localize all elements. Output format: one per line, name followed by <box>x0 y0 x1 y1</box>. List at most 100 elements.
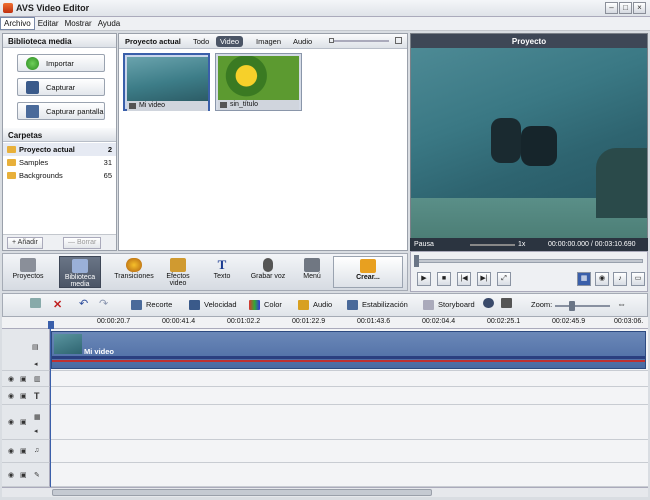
speed-button[interactable]: Velocidad <box>189 300 237 311</box>
eye-icon[interactable]: ◉ <box>8 447 17 455</box>
eye-icon[interactable]: ◉ <box>8 471 17 479</box>
seek-handle[interactable] <box>414 255 419 267</box>
color-button[interactable]: Color <box>249 300 282 311</box>
eye-icon[interactable]: ◉ <box>8 418 17 426</box>
eye-icon[interactable]: ◉ <box>8 375 17 383</box>
app-icon <box>3 3 13 13</box>
media-browser-panel: Proyecto actual Todo Video Imagen Audio … <box>118 33 408 251</box>
fullscreen-button[interactable]: ⤢ <box>497 272 511 286</box>
text-button[interactable]: T Texto <box>201 256 243 288</box>
media-item-mi-video[interactable]: Mi video <box>123 53 210 111</box>
speed-slider[interactable] <box>470 244 515 246</box>
layout-icon[interactable]: ▭ <box>631 272 645 286</box>
create-button[interactable]: Crear... <box>333 256 403 288</box>
next-frame-button[interactable]: ▶| <box>477 272 491 286</box>
text-track-header: ◉ ▣ T <box>2 387 50 405</box>
menu-archivo[interactable]: Archivo <box>0 17 35 30</box>
folder-backgrounds[interactable]: Backgrounds 65 <box>3 169 116 182</box>
speed-icon <box>189 300 200 311</box>
folder-icon <box>7 146 16 153</box>
menu-button[interactable]: Menú <box>291 256 333 288</box>
clip-thumbnail <box>54 334 82 354</box>
video-icon <box>129 103 136 109</box>
fit-timeline-icon[interactable]: ⇔ <box>617 299 626 309</box>
undo-icon[interactable]: ↶ <box>79 297 88 310</box>
voice-track[interactable] <box>50 463 648 487</box>
record-voice-button[interactable]: Grabar voz <box>247 256 289 288</box>
timeline-clip-mi-video[interactable]: Mi video <box>51 331 646 369</box>
remove-folder-button[interactable]: — Borrar <box>63 237 102 249</box>
lock-icon[interactable]: ▣ <box>20 375 29 383</box>
audio-button[interactable]: Audio <box>298 300 332 311</box>
create-icon <box>360 259 376 273</box>
storyboard-button[interactable]: Storyboard <box>423 300 475 311</box>
display-icon[interactable] <box>501 298 516 309</box>
music-track[interactable] <box>50 440 648 463</box>
folder-samples[interactable]: Samples 31 <box>3 156 116 169</box>
effects-track-header: ◉ ▣ ▥ <box>2 371 50 387</box>
lock-icon[interactable]: ▣ <box>20 447 29 455</box>
stabilization-button[interactable]: Estabilización <box>347 300 408 311</box>
menu-mostrar[interactable]: Mostrar <box>62 18 95 29</box>
lock-icon[interactable]: ▣ <box>20 418 29 426</box>
trim-tool-icon[interactable] <box>30 298 45 309</box>
audio-link-icon: ◂ <box>34 361 38 368</box>
folders-title: Carpetas <box>3 128 116 142</box>
tab-image[interactable]: Imagen <box>256 37 281 46</box>
zoom-handle[interactable] <box>569 301 575 311</box>
edit-toolbar: ✕ ↶ ↷ Recorte Velocidad Color Audio Esta… <box>2 293 648 317</box>
clapper-icon <box>20 258 36 272</box>
media-item-sin-titulo[interactable]: sin_título <box>215 53 302 111</box>
scrollbar-thumb[interactable] <box>52 489 432 496</box>
snapshot-button[interactable]: ▦ <box>577 272 591 286</box>
menu-bar: Archivo Editar Mostrar Ayuda <box>0 17 650 31</box>
coral-rock <box>596 148 647 218</box>
media-library-button[interactable]: Biblioteca media <box>59 256 101 288</box>
ruler-tick: 00:03:06. <box>614 318 644 325</box>
text-track[interactable] <box>50 387 648 405</box>
add-folder-button[interactable]: + Añadir <box>7 237 43 249</box>
user-icon[interactable] <box>483 298 498 309</box>
minimize-button[interactable]: – <box>605 2 618 14</box>
camera-icon[interactable]: ◉ <box>595 272 609 286</box>
capture-screen-button[interactable]: Capturar pantalla <box>17 102 105 120</box>
music-track-icon: ♫ <box>34 447 40 454</box>
menu-editar[interactable]: Editar <box>35 18 62 29</box>
tab-video[interactable]: Video <box>216 36 244 47</box>
tab-all[interactable]: Todo <box>193 37 209 46</box>
trim-button[interactable]: Recorte <box>131 300 172 311</box>
effects-track[interactable] <box>50 371 648 387</box>
thumbnail-size-slider[interactable] <box>334 40 389 42</box>
timeline-ruler[interactable]: 00:00:20.7 00:00:41.4 00:01:02.2 00:01:2… <box>2 317 648 329</box>
folder-icon <box>7 172 16 179</box>
eye-icon[interactable]: ◉ <box>8 392 17 400</box>
folder-current-project[interactable]: Proyecto actual 2 <box>3 143 116 156</box>
stop-button[interactable]: ■ <box>437 272 451 286</box>
tab-audio[interactable]: Audio <box>293 37 312 46</box>
import-button[interactable]: Importar <box>17 54 105 72</box>
transitions-button[interactable]: Transiciones <box>113 256 155 288</box>
overlay-track[interactable] <box>50 405 648 440</box>
play-button[interactable]: ▶ <box>417 272 431 286</box>
delete-icon[interactable]: ✕ <box>53 298 62 311</box>
ruler-tick: 00:02:25.1 <box>487 318 521 325</box>
ruler-tick: 00:01:22.9 <box>292 318 326 325</box>
playhead-marker[interactable] <box>48 321 54 329</box>
menu-ayuda[interactable]: Ayuda <box>95 18 124 29</box>
lock-icon[interactable]: ▣ <box>20 392 29 400</box>
maximize-button[interactable]: □ <box>619 2 632 14</box>
seek-bar[interactable] <box>415 259 643 263</box>
zoom-slider[interactable] <box>555 305 610 307</box>
prev-frame-button[interactable]: |◀ <box>457 272 471 286</box>
projects-button[interactable]: Proyectos <box>7 256 49 288</box>
volume-icon[interactable]: ♪ <box>613 272 627 286</box>
redo-icon[interactable]: ↷ <box>99 297 108 310</box>
close-button[interactable]: × <box>633 2 646 14</box>
video-track-header: ▤ ◂ <box>2 329 50 371</box>
video-effects-button[interactable]: Efectos video <box>157 256 199 288</box>
lock-icon[interactable]: ▣ <box>20 471 29 479</box>
video-preview <box>411 48 647 238</box>
timeline-scrollbar[interactable] <box>2 487 648 497</box>
text-track-icon: T <box>34 391 40 401</box>
capture-button[interactable]: Capturar <box>17 78 105 96</box>
